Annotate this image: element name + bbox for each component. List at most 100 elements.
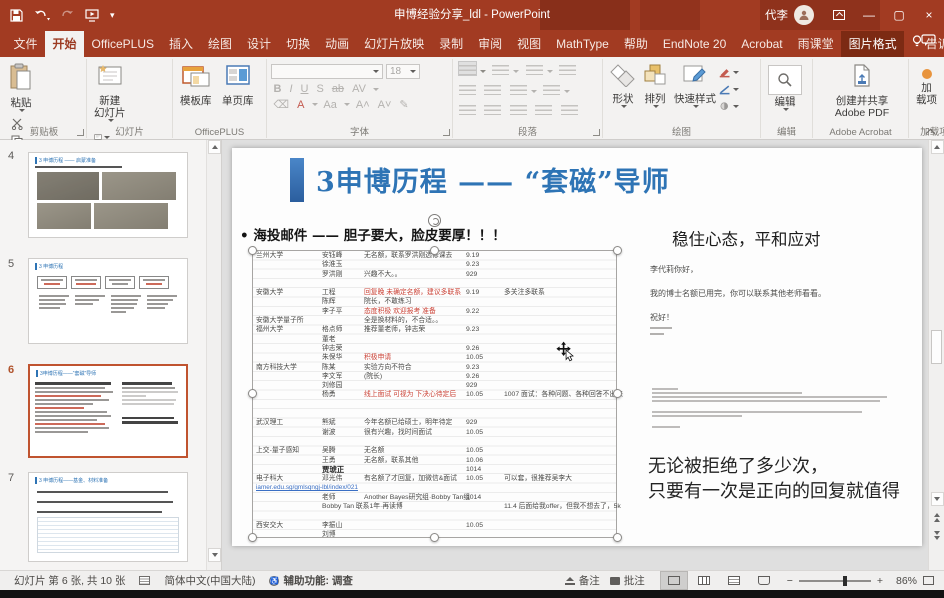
columns-button[interactable]	[510, 82, 527, 95]
notes-toggle[interactable]: 备注	[565, 573, 600, 588]
grow-font-button[interactable]: A˄	[353, 99, 372, 111]
tab-transitions[interactable]: 切换	[279, 31, 318, 57]
email-text[interactable]: 李代莉你好， 我的博士名额已用完，你可以联系其他老师看看。 祝好！	[650, 264, 900, 339]
selection-handle[interactable]	[248, 533, 257, 542]
slide-bullet[interactable]: • 海投邮件 —— 胆子要大，脸皮要厚！！！	[240, 224, 506, 244]
text-direction-button[interactable]	[559, 62, 576, 75]
selection-handle[interactable]	[613, 246, 622, 255]
start-slideshow-icon[interactable]	[85, 9, 99, 22]
quote-text[interactable]: 无论被拒绝了多少次， 只要有一次是正向的回复就值得	[648, 454, 900, 504]
scroll-up-icon[interactable]	[208, 140, 221, 154]
tab-view[interactable]: 视图	[510, 31, 549, 57]
canvas-scrollbar[interactable]	[928, 140, 944, 570]
minimize-icon[interactable]: —	[854, 0, 884, 30]
shape-effects-icon[interactable]	[719, 99, 739, 114]
decrease-indent-button[interactable]	[459, 82, 476, 95]
reading-view-button[interactable]	[721, 572, 747, 589]
next-slide-icon[interactable]	[931, 528, 944, 542]
font-color-button[interactable]: A	[295, 99, 307, 111]
align-left-button[interactable]	[459, 102, 476, 115]
fit-slide-icon[interactable]	[923, 576, 934, 585]
arrange-button[interactable]: 排列	[639, 61, 671, 115]
paste-button[interactable]: 粘贴	[6, 61, 36, 114]
clipboard-dialog-launcher-icon[interactable]	[77, 129, 84, 136]
align-center-button[interactable]	[484, 102, 501, 115]
rotate-handle[interactable]	[428, 214, 441, 227]
char-spacing-button[interactable]: AV	[350, 83, 369, 95]
collapse-ribbon-icon[interactable]	[926, 128, 936, 136]
zoom-slider-thumb[interactable]	[843, 576, 847, 586]
font-name-select[interactable]	[271, 64, 383, 79]
tab-design[interactable]: 设计	[240, 31, 279, 57]
shapes-button[interactable]: 形状	[607, 61, 639, 115]
justify-button[interactable]	[535, 102, 552, 115]
page-library-button[interactable]: 单页库	[219, 61, 257, 109]
selection-handle[interactable]	[248, 246, 257, 255]
tab-help[interactable]: 帮助	[616, 31, 655, 57]
align-right-button[interactable]	[510, 102, 527, 115]
underline-button[interactable]: U	[298, 83, 311, 95]
accessibility-status[interactable]: 辅助功能: 调查	[283, 573, 352, 588]
thumbnail-slide-4[interactable]: 3 申博历程 —— 启蒙准备	[28, 152, 188, 238]
line-spacing-button[interactable]	[526, 62, 543, 75]
italic-button[interactable]: I	[287, 83, 295, 95]
account-chip[interactable]: 代李	[765, 5, 814, 25]
thumbnail-scrollbar[interactable]	[206, 140, 221, 570]
comments-pane-icon[interactable]	[921, 34, 936, 52]
contact-table[interactable]: 兰州大学安钰峰无名额，联系罗洪刚选修课去9.19徐淮玉9.23罗洪刚兴趣不大。。…	[252, 250, 617, 538]
smartart-button[interactable]	[561, 102, 578, 115]
previous-slide-icon[interactable]	[931, 510, 944, 524]
tab-acrobat[interactable]: Acrobat	[734, 31, 790, 57]
tab-insert[interactable]: 插入	[162, 31, 201, 57]
redo-icon[interactable]	[61, 9, 74, 22]
bullets-button[interactable]	[459, 62, 476, 75]
slideshow-view-button[interactable]	[751, 572, 777, 589]
clear-format-button[interactable]: ⌫	[271, 98, 292, 111]
selection-handle[interactable]	[430, 246, 439, 255]
thumbnail-slide-6-selected[interactable]: 3申博历程——“套磁”导师	[28, 364, 188, 458]
ribbon-display-options-icon[interactable]	[824, 0, 854, 30]
scroll-down-icon[interactable]	[931, 492, 944, 506]
addins-button[interactable]: 加 载项	[913, 61, 940, 108]
slide-editing-area[interactable]: 3申博历程 —— “套磁”导师 • 海投邮件 —— 胆子要大，脸皮要厚！！！ 兰…	[232, 148, 922, 546]
selection-handle[interactable]	[613, 533, 622, 542]
tab-officeplus[interactable]: OfficePLUS	[84, 31, 161, 57]
align-text-button[interactable]	[543, 82, 560, 95]
selection-handle[interactable]	[430, 533, 439, 542]
zoom-slider[interactable]	[799, 580, 871, 582]
tab-home[interactable]: 开始	[45, 31, 84, 57]
numbering-button[interactable]	[492, 62, 509, 75]
close-icon[interactable]: ×	[914, 0, 944, 30]
customize-qat-icon[interactable]: ▾	[110, 10, 115, 21]
highlight-button[interactable]: ✎	[397, 98, 411, 111]
strikethrough-button[interactable]: ab	[329, 83, 346, 95]
tab-file[interactable]: 文件	[6, 31, 45, 57]
tab-draw[interactable]: 绘图	[201, 31, 240, 57]
shape-outline-icon[interactable]	[719, 82, 739, 97]
zoom-out-icon[interactable]: −	[787, 575, 793, 587]
create-share-pdf-button[interactable]: 创建并共享 Adobe PDF	[817, 61, 907, 121]
tab-endnote[interactable]: EndNote 20	[655, 31, 733, 57]
maximize-icon[interactable]: ▢	[884, 0, 914, 30]
scrollbar-thumb[interactable]	[931, 330, 942, 364]
slide-title[interactable]: 3申博历程 —— “套磁”导师	[316, 160, 670, 199]
tab-review[interactable]: 审阅	[471, 31, 510, 57]
font-dialog-launcher-icon[interactable]	[443, 129, 450, 136]
tab-picture-format[interactable]: 图片格式	[841, 31, 904, 57]
tab-slideshow[interactable]: 幻灯片放映	[357, 31, 432, 57]
tab-mathtype[interactable]: MathType	[549, 31, 617, 57]
tab-rain-classroom[interactable]: 雨课堂	[790, 31, 841, 57]
quick-styles-button[interactable]: 快速样式	[671, 61, 719, 115]
bold-button[interactable]: B	[271, 83, 284, 95]
language-indicator[interactable]: 简体中文(中国大陆)	[164, 573, 255, 588]
font-size-select[interactable]: 18	[386, 64, 420, 79]
thumbnail-slide-7[interactable]: 3 申博历程——基金、材料准备	[28, 472, 188, 562]
shadow-button[interactable]: S	[314, 83, 326, 95]
new-slide-button[interactable]: 新建 幻灯片	[91, 61, 129, 124]
selection-handle[interactable]	[248, 389, 257, 398]
zoom-percentage[interactable]: 86%	[883, 575, 917, 587]
thumbnail-slide-5[interactable]: 3 申博历程	[28, 258, 188, 344]
increase-indent-button[interactable]	[484, 82, 501, 95]
selection-handle[interactable]	[613, 389, 622, 398]
tab-animations[interactable]: 动画	[318, 31, 357, 57]
